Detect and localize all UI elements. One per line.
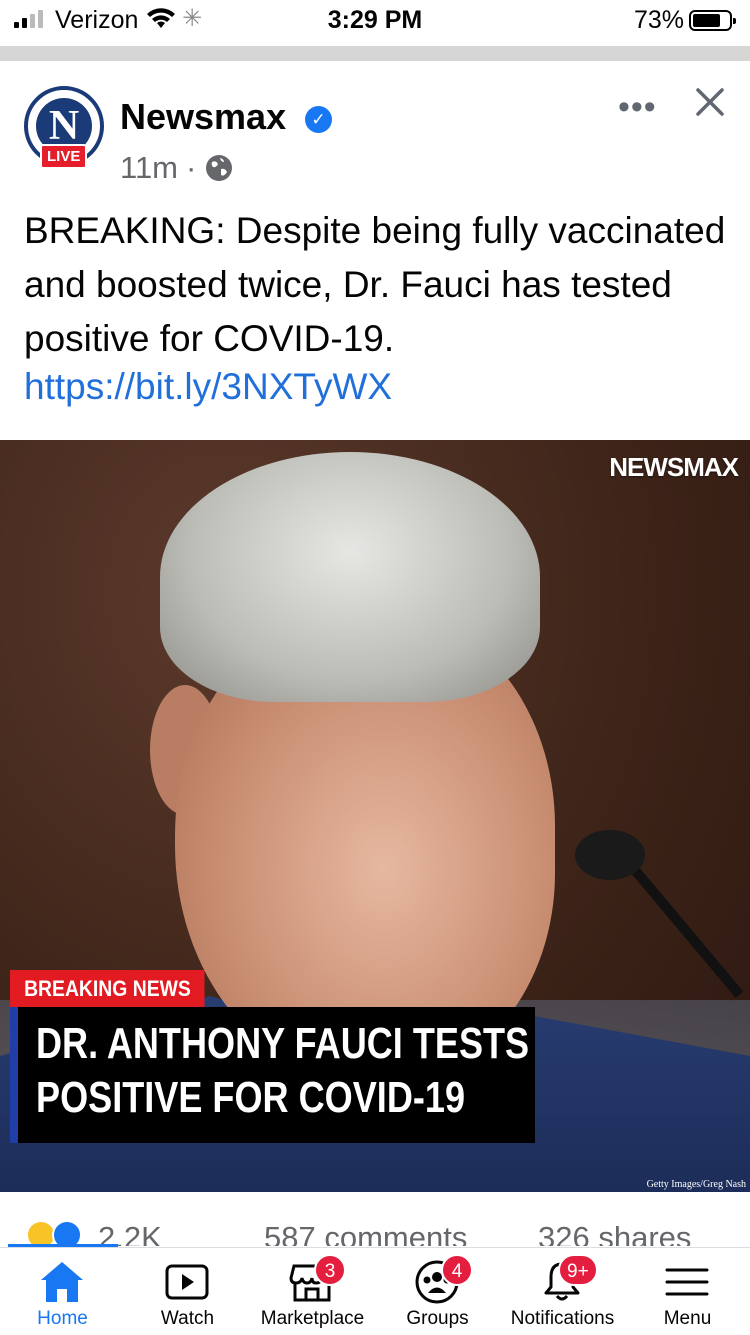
microphone-icon bbox=[575, 830, 645, 880]
reaction-icons[interactable] bbox=[26, 1220, 90, 1246]
tab-home-label: Home bbox=[37, 1308, 88, 1329]
breaking-news-label: BREAKING NEWS bbox=[10, 970, 205, 1008]
tab-marketplace[interactable]: 3 Marketplace bbox=[250, 1248, 375, 1335]
carrier-name: Verizon bbox=[55, 6, 139, 34]
activity-icon: ✳ bbox=[182, 5, 203, 32]
live-badge: LIVE bbox=[40, 144, 88, 169]
close-icon[interactable] bbox=[690, 82, 730, 122]
tab-groups-label: Groups bbox=[406, 1308, 469, 1329]
battery-percent: 73% bbox=[633, 6, 684, 34]
post-image[interactable]: NEWSMAX BREAKING NEWS DR. ANTHONY FAUCI … bbox=[0, 440, 750, 1192]
post-time[interactable]: 11m bbox=[120, 150, 178, 186]
marketplace-badge: 3 bbox=[314, 1254, 346, 1286]
more-options-button[interactable]: ••• bbox=[618, 88, 657, 127]
verified-badge-icon: ✓ bbox=[305, 106, 332, 133]
status-bar: Verizon ✳ 3:29 PM 73% bbox=[0, 0, 750, 40]
home-icon bbox=[41, 1262, 83, 1302]
globe-icon bbox=[206, 155, 233, 181]
shares-count[interactable]: 326 shares bbox=[538, 1220, 691, 1246]
post-header: N LIVE Newsmax ✓ 11m · ••• bbox=[0, 62, 750, 202]
tab-notifications[interactable]: 9+ Notifications bbox=[500, 1248, 625, 1335]
battery-icon bbox=[689, 10, 736, 31]
headline-line-2: POSITIVE FOR COVID-19 bbox=[36, 1073, 466, 1122]
reaction-count[interactable]: 2.2K bbox=[98, 1220, 162, 1246]
newsmax-watermark: NEWSMAX bbox=[609, 452, 739, 482]
tab-marketplace-label: Marketplace bbox=[260, 1308, 365, 1329]
tab-menu-label: Menu bbox=[663, 1308, 712, 1329]
tab-groups[interactable]: 4 Groups bbox=[375, 1248, 500, 1335]
groups-badge: 4 bbox=[441, 1254, 473, 1286]
feed-divider bbox=[0, 46, 750, 61]
post-text: BREAKING: Despite being fully vaccinated… bbox=[24, 210, 726, 359]
tab-watch-label: Watch bbox=[160, 1308, 215, 1329]
headline-box: DR. ANTHONY FAUCI TESTS POSITIVE FOR COV… bbox=[10, 1007, 535, 1143]
tab-watch[interactable]: Watch bbox=[125, 1248, 250, 1335]
page-name[interactable]: Newsmax bbox=[120, 96, 286, 138]
tab-home[interactable]: Home bbox=[0, 1248, 125, 1335]
reactions-bar: 2.2K 587 comments 326 shares bbox=[0, 1198, 750, 1246]
headline-text: DR. ANTHONY FAUCI TESTS POSITIVE FOR COV… bbox=[36, 1017, 529, 1125]
signal-icon bbox=[14, 10, 43, 28]
meta-separator: · bbox=[186, 150, 197, 185]
menu-icon bbox=[665, 1268, 709, 1296]
headline-line-1: DR. ANTHONY FAUCI TESTS bbox=[36, 1019, 530, 1068]
microphone-stand bbox=[620, 853, 744, 998]
tab-notifications-label: Notifications bbox=[510, 1308, 615, 1329]
watch-icon bbox=[165, 1264, 209, 1300]
post-link[interactable]: https://bit.ly/3NXTyWX bbox=[24, 366, 392, 408]
image-hair bbox=[160, 452, 540, 702]
like-reaction-icon bbox=[52, 1220, 82, 1246]
comments-count[interactable]: 587 comments bbox=[264, 1220, 467, 1246]
notifications-badge: 9+ bbox=[558, 1254, 598, 1286]
photo-credit: Getty Images/Greg Nash bbox=[646, 1179, 746, 1190]
wifi-icon bbox=[147, 8, 175, 28]
tab-menu[interactable]: Menu bbox=[625, 1248, 750, 1335]
bottom-tab-bar: Home Watch 3 Marketplace 4 Groups 9+ Not… bbox=[0, 1247, 750, 1334]
post-meta: 11m · bbox=[120, 150, 234, 186]
